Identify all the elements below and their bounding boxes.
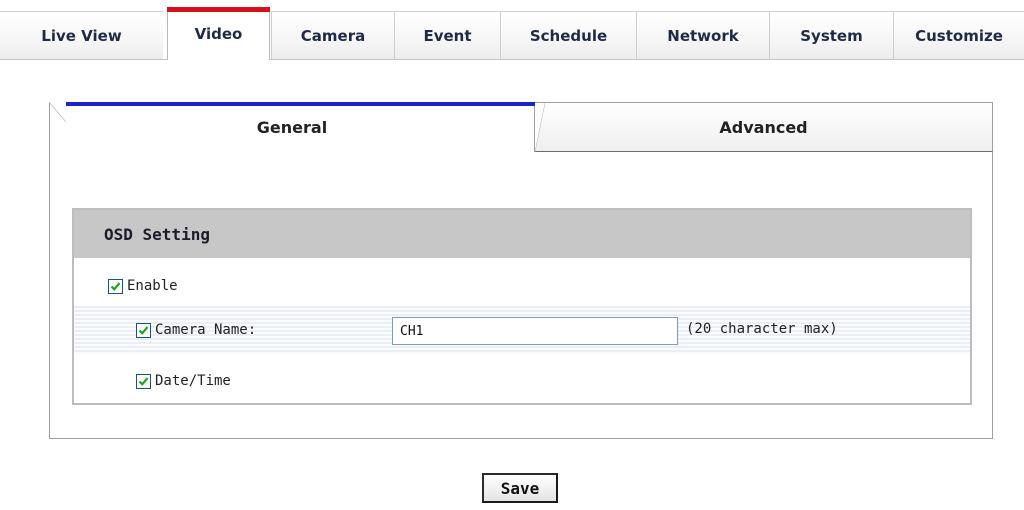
tab-label: System bbox=[800, 26, 863, 45]
date-time-checkbox[interactable] bbox=[136, 373, 151, 389]
date-time-row: Date/Time bbox=[74, 362, 970, 400]
subtab-general[interactable]: General bbox=[49, 102, 535, 152]
tab-label: Video bbox=[194, 25, 243, 43]
tab-system[interactable]: System bbox=[769, 11, 893, 59]
tab-camera[interactable]: Camera bbox=[271, 11, 394, 59]
tab-video[interactable]: Video bbox=[167, 7, 270, 60]
camera-name-checkbox[interactable] bbox=[136, 322, 151, 338]
tab-bar-baseline bbox=[0, 59, 1024, 60]
subtab-advanced-label: Advanced bbox=[719, 117, 808, 137]
top-tab-bar: Live View Video Camera Event Schedule Ne… bbox=[0, 0, 1024, 60]
tab-live-view[interactable]: Live View bbox=[0, 11, 163, 59]
enable-row: Enable bbox=[74, 267, 970, 305]
tab-label: Customize bbox=[915, 26, 1003, 45]
osd-setting-group: OSD Setting Enable Camera Name: (20 char… bbox=[72, 208, 972, 405]
tab-label: Event bbox=[423, 26, 472, 45]
tab-label: Network bbox=[667, 26, 739, 45]
subtab-advanced[interactable]: Advanced bbox=[535, 102, 993, 152]
tab-label: Camera bbox=[300, 26, 366, 45]
osd-setting-header: OSD Setting bbox=[74, 210, 970, 258]
camera-name-hint: (20 character max) bbox=[686, 321, 838, 337]
date-time-label: Date/Time bbox=[155, 373, 231, 389]
tab-label: Live View bbox=[41, 26, 122, 45]
check-icon bbox=[138, 376, 149, 386]
tab-customize[interactable]: Customize bbox=[893, 11, 1024, 59]
tab-schedule[interactable]: Schedule bbox=[500, 11, 636, 59]
camera-name-row: Camera Name: (20 character max) bbox=[74, 306, 970, 354]
enable-checkbox[interactable] bbox=[108, 278, 123, 294]
save-button[interactable]: Save bbox=[482, 473, 558, 503]
camera-name-label: Camera Name: bbox=[155, 322, 257, 338]
osd-setting-title: OSD Setting bbox=[104, 224, 210, 244]
check-icon bbox=[110, 281, 121, 291]
subtab-general-label: General bbox=[256, 117, 328, 137]
tab-label: Schedule bbox=[529, 26, 608, 45]
tab-event[interactable]: Event bbox=[394, 11, 500, 59]
tab-network[interactable]: Network bbox=[636, 11, 769, 59]
check-icon bbox=[138, 325, 149, 335]
enable-label: Enable bbox=[127, 278, 178, 294]
camera-name-input[interactable] bbox=[392, 317, 678, 345]
